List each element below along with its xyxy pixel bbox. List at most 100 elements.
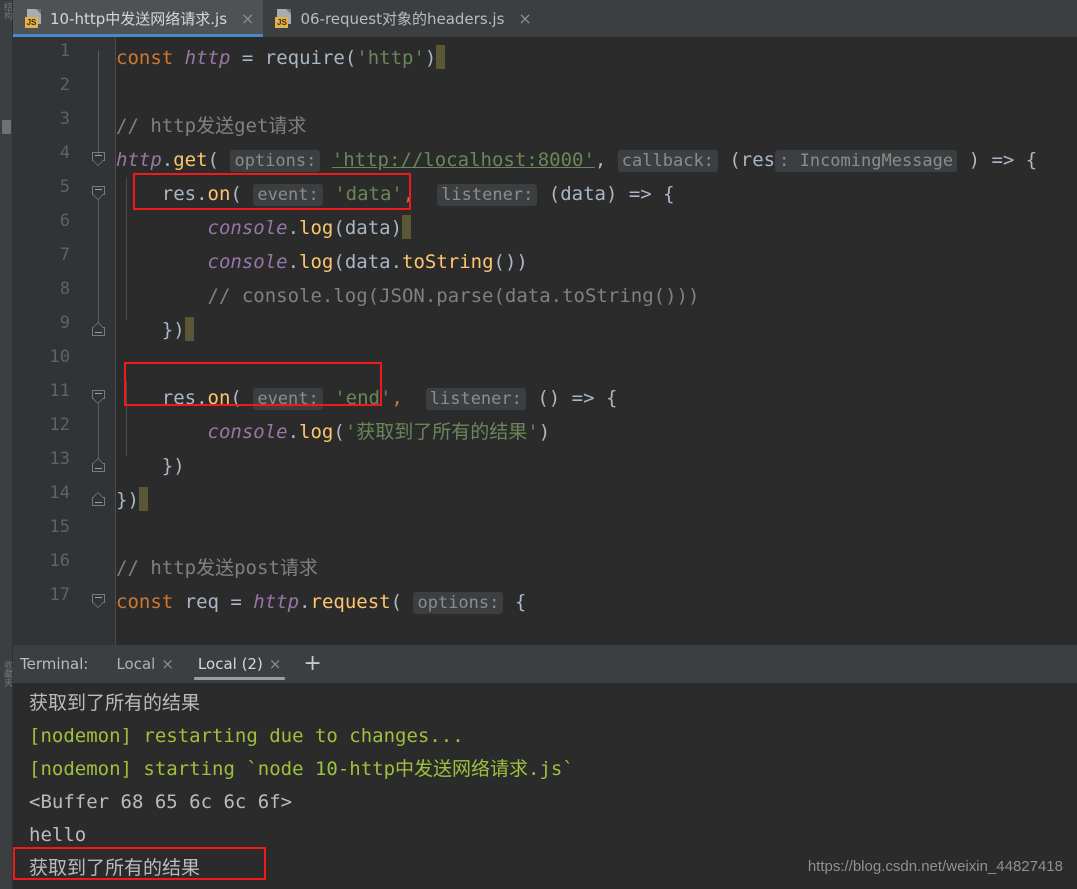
editor-tab-label: 06-request对象的headers.js [300, 10, 505, 28]
code-content[interactable]: const http = require('http') // http发送get… [116, 37, 1077, 645]
left-strip-scroll-thumb[interactable] [2, 120, 11, 134]
fold-end-icon[interactable] [92, 458, 105, 472]
active-terminal-tab-underline [193, 677, 286, 680]
code-token: log [299, 217, 334, 239]
editor-tab-close-icon[interactable]: × [241, 10, 254, 27]
code-line-17[interactable]: const req = http.request( options: { [116, 585, 526, 620]
terminal-line: [nodemon] starting `node 10-http中发送网络请求.… [29, 758, 574, 780]
code-line-5[interactable]: res.on( event: 'data', listener: (data) … [116, 177, 675, 212]
code-token: res [116, 387, 197, 409]
code-line-14[interactable]: }) [116, 483, 148, 517]
code-token: log [299, 251, 334, 273]
code-token: ) [538, 421, 551, 443]
terminal-tab-close-icon[interactable]: × [161, 655, 174, 673]
line-number: 17 [49, 585, 70, 605]
code-token: 'end' [334, 387, 392, 409]
code-line-7[interactable]: console.log(data.toString()) [116, 245, 528, 279]
code-token: // http发送get请求 [116, 115, 307, 137]
code-token: , [391, 387, 403, 409]
code-line-11[interactable]: res.on( event: 'end', listener: () => { [116, 381, 617, 416]
watermark: https://blog.csdn.net/weixin_44827418 [807, 858, 1063, 875]
fold-collapse-icon[interactable] [92, 152, 105, 166]
fold-region-line [98, 51, 99, 157]
line-number: 12 [49, 415, 70, 435]
code-token: toString [402, 251, 494, 273]
terminal-line: hello [29, 824, 87, 846]
code-line-3[interactable]: // http发送get请求 [116, 109, 306, 143]
code-line-12[interactable]: console.log('获取到了所有的结果') [116, 415, 551, 449]
caret-block [138, 487, 148, 511]
line-number: 16 [49, 551, 70, 571]
editor-tab-close-icon[interactable]: × [518, 10, 531, 27]
line-number: 15 [49, 517, 70, 537]
line-number: 6 [59, 211, 70, 231]
fold-end-icon[interactable] [92, 322, 105, 336]
code-token: ( [230, 183, 242, 205]
fold-region-line [98, 403, 99, 459]
fold-collapse-icon[interactable] [92, 594, 105, 608]
js-file-icon: JS [25, 9, 42, 28]
code-line-16[interactable]: // http发送post请求 [116, 551, 318, 585]
caret-block [184, 317, 194, 341]
new-terminal-button[interactable]: + [293, 653, 331, 675]
code-line-1[interactable]: const http = require('http') [116, 41, 446, 75]
inlay-hint: options: [413, 592, 504, 614]
code-token: console [207, 421, 288, 443]
editor-tab-bar: JS 10-http中发送网络请求.js × JS 06-request对象的heade… [13, 0, 1077, 37]
inlay-hint: event: [253, 388, 323, 410]
code-token: . [287, 217, 300, 239]
code-token: req = [173, 591, 254, 613]
fold-end-icon[interactable] [92, 492, 105, 506]
line-number: 2 [59, 75, 70, 95]
code-token: . [196, 183, 208, 205]
inlay-hint: event: [253, 184, 323, 206]
code-token: . [287, 421, 300, 443]
code-line-9[interactable]: }) [116, 313, 194, 347]
code-token: }) [116, 319, 185, 341]
code-line-6[interactable]: console.log(data) [116, 211, 412, 245]
line-number: 8 [59, 279, 70, 299]
code-line-8[interactable]: // console.log(JSON.parse(data.toString(… [116, 279, 700, 313]
code-token: '获取到了所有的结果' [344, 421, 539, 443]
code-token: , [402, 183, 415, 205]
line-number-gutter: 1 2 3 4 5 6 7 8 9 10 11 12 13 14 15 16 17 [13, 37, 80, 645]
terminal-tab-0[interactable]: Local × [104, 645, 185, 683]
terminal-tab-bar: Terminal: Local × Local (2) × + [13, 645, 1077, 683]
code-token: . [196, 387, 208, 409]
code-token: ( [390, 591, 403, 613]
code-token: // http发送post请求 [116, 557, 318, 579]
terminal-tab-close-icon[interactable]: × [269, 655, 282, 673]
left-tool-strip[interactable]: 结构 收藏夹 [0, 0, 13, 889]
code-fold-gutter[interactable] [80, 37, 116, 645]
code-token: }) [116, 489, 139, 511]
ide-window: 结构 收藏夹 JS 10-http中发送网络请求.js × JS 06-request对… [0, 0, 1077, 889]
code-editor[interactable]: 1 2 3 4 5 6 7 8 9 10 11 12 13 14 15 16 17 const http = r… [13, 37, 1077, 645]
code-token: require [264, 47, 345, 69]
code-token: ) [424, 47, 437, 69]
fold-collapse-icon[interactable] [92, 186, 105, 200]
code-token: ( [207, 149, 219, 171]
terminal-tab-label: Local (2) [197, 655, 263, 673]
code-token: const [116, 591, 174, 613]
code-token: // console.log(JSON.parse(data.toString(… [116, 285, 700, 307]
editor-tab-0[interactable]: JS 10-http中发送网络请求.js × [13, 0, 264, 37]
code-token: ( [333, 421, 345, 443]
js-file-icon: JS [275, 9, 292, 28]
code-line-4[interactable]: http.get( options: 'http://localhost:800… [116, 143, 1037, 178]
fold-region-line [98, 199, 99, 323]
inlay-hint: options: [230, 150, 321, 172]
code-token: = [230, 47, 265, 69]
fold-collapse-icon[interactable] [92, 390, 105, 404]
terminal-tab-label: Local [116, 655, 156, 673]
editor-tab-1[interactable]: JS 06-request对象的headers.js × [263, 0, 540, 37]
line-number: 13 [49, 449, 70, 469]
inlay-hint: listener: [437, 184, 538, 206]
code-token: . [287, 251, 300, 273]
code-token: log [299, 421, 334, 443]
terminal-tab-1[interactable]: Local (2) × [186, 645, 293, 683]
